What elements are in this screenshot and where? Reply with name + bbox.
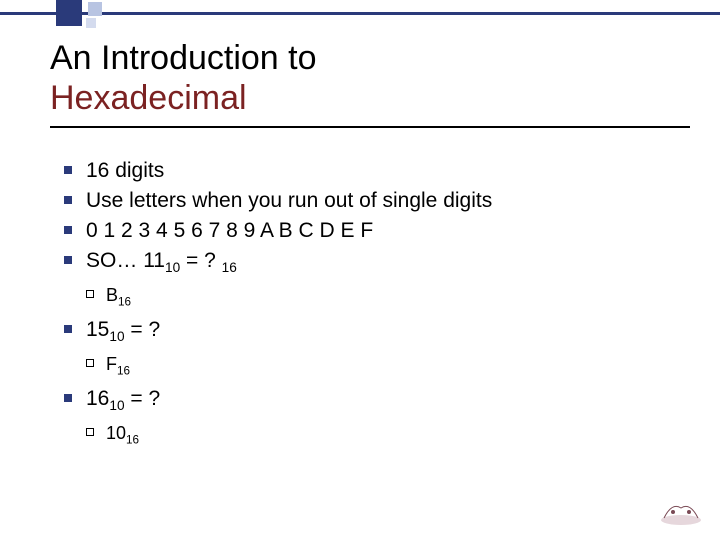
bullet-square-icon xyxy=(64,246,86,264)
slide-title: An Introduction to Hexadecimal xyxy=(50,38,690,128)
bullet-square-icon xyxy=(64,216,86,234)
bullet-item: 1510 = ? xyxy=(64,315,690,352)
answer-value: F xyxy=(106,354,117,374)
bullet-outline-square-icon xyxy=(86,352,106,367)
bullet-item: Use letters when you run out of single d… xyxy=(64,186,690,216)
bullet-item: 0 1 2 3 4 5 6 7 8 9 A B C D E F xyxy=(64,216,690,246)
answer-value: 10 xyxy=(106,423,126,443)
bullet-text: 16 digits xyxy=(86,156,690,186)
mid-text: = ? xyxy=(125,387,161,410)
slide-body: 16 digits Use letters when you run out o… xyxy=(64,156,690,452)
value-text: 11 xyxy=(143,249,165,272)
bullet-text: 1510 = ? xyxy=(86,315,690,352)
header-decoration xyxy=(0,0,720,24)
subscript: 10 xyxy=(165,260,180,275)
answer-value: B xyxy=(106,285,118,305)
subscript: 16 xyxy=(126,433,139,446)
corner-cartoon-icon xyxy=(658,498,704,526)
bullet-text: Use letters when you run out of single d… xyxy=(86,186,690,216)
mid-text: = ? xyxy=(180,249,221,272)
value-text: 15 xyxy=(86,318,109,341)
sub-bullet-text: F16 xyxy=(106,352,690,384)
sub-bullet-text: B16 xyxy=(106,283,690,315)
bullet-item: SO… 1110 = ? 16 xyxy=(64,246,690,283)
bullet-square-icon xyxy=(64,156,86,174)
sub-bullet-text: 1016 xyxy=(106,421,690,453)
sub-bullet-item: 1016 xyxy=(86,421,690,453)
bullet-outline-square-icon xyxy=(86,421,106,436)
mid-text: = ? xyxy=(125,318,161,341)
subscript: 10 xyxy=(109,329,124,344)
value-text: 16 xyxy=(86,387,109,410)
subscript: 16 xyxy=(222,260,237,275)
sub-bullet-item: F16 xyxy=(86,352,690,384)
bullet-text: SO… 1110 = ? 16 xyxy=(86,246,690,283)
bullet-square-icon xyxy=(64,186,86,204)
subscript: 16 xyxy=(118,296,131,309)
subscript: 10 xyxy=(109,398,124,413)
bullet-square-icon xyxy=(64,315,86,333)
bullet-text: 0 1 2 3 4 5 6 7 8 9 A B C D E F xyxy=(86,216,690,246)
bullet-item: 1610 = ? xyxy=(64,384,690,421)
title-line-1: An Introduction to xyxy=(50,38,690,78)
bullet-outline-square-icon xyxy=(86,283,106,298)
bullet-text: 1610 = ? xyxy=(86,384,690,421)
sub-bullet-item: B16 xyxy=(86,283,690,315)
bullet-square-icon xyxy=(64,384,86,402)
bullet-item: 16 digits xyxy=(64,156,690,186)
prefix-text: SO… xyxy=(86,249,143,272)
subscript: 16 xyxy=(117,365,130,378)
title-line-2: Hexadecimal xyxy=(50,78,690,118)
